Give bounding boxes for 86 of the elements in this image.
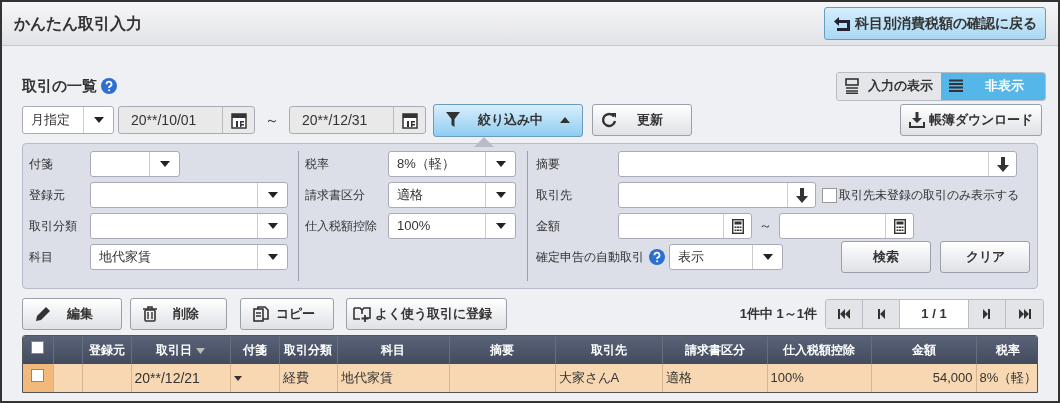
field-label: 仕入税額控除 [305, 218, 378, 235]
caret-icon [267, 254, 278, 260]
action-button[interactable]: よく使う取引に登録 [346, 298, 507, 330]
first-page-icon[interactable] [826, 300, 863, 328]
calendar-icon[interactable] [401, 111, 418, 129]
dropdown[interactable]: 8%（軽） [388, 151, 516, 177]
refresh-button[interactable]: 更新 [592, 104, 692, 136]
dropdown[interactable]: 100% [388, 213, 516, 239]
field-label: 金額 [536, 218, 561, 235]
back-button[interactable]: 科目別消費税額の確認に戻る [824, 7, 1046, 40]
arrow-down-icon [996, 156, 1009, 172]
pencil-icon [35, 306, 51, 322]
help-icon[interactable] [649, 249, 665, 265]
calculator-icon [731, 218, 744, 234]
table-cell: 8%（軽） [979, 370, 1037, 386]
field-label: 科目 [29, 249, 54, 266]
input-field[interactable] [779, 213, 914, 239]
search-button[interactable]: 検索 [841, 241, 931, 273]
next-page-icon[interactable] [969, 300, 1006, 328]
caret-icon [495, 192, 506, 198]
action-button[interactable]: 削除 [130, 298, 227, 330]
page-title: かんたん取引入力 [14, 13, 142, 34]
table-row[interactable]: 20**/12/21 経費 地代家賃 大家さんA 適格 100% 54,000 8%（軽） [23, 364, 1037, 392]
caret-icon [560, 117, 570, 123]
caret-icon [762, 254, 773, 260]
table-cell: 100% [770, 370, 804, 386]
caret-icon [267, 223, 278, 229]
caret-icon[interactable] [233, 375, 242, 381]
refresh-icon [601, 112, 617, 128]
input-field[interactable] [618, 213, 752, 239]
form-icon [845, 78, 859, 94]
last-page-icon[interactable] [1006, 300, 1043, 328]
table-cell: 適格 [665, 370, 692, 386]
table-cell: 大家さんA [558, 370, 620, 386]
table-cell: 20**/12/21 [134, 369, 200, 386]
table-cell: 54,000 [932, 370, 973, 386]
copy-icon [253, 306, 269, 322]
dropdown[interactable]: 表示 [669, 244, 783, 270]
field-label: 付箋 [29, 156, 54, 173]
range-separator: ～ [758, 217, 773, 236]
filter-icon [446, 112, 460, 128]
record-count: 1件中 1～1件 [739, 305, 817, 324]
return-icon [833, 15, 851, 32]
date-field[interactable]: 20**/12/31 [289, 106, 426, 134]
date-field[interactable]: 20**/10/01 [118, 106, 255, 134]
section-title: 取引の一覧 [22, 75, 97, 96]
input-field[interactable] [618, 182, 816, 208]
book-add-icon [353, 306, 371, 322]
download-button[interactable]: 帳簿ダウンロード [900, 104, 1042, 136]
checkbox[interactable] [822, 187, 837, 203]
range-separator: ～ [264, 110, 280, 130]
field-label: 確定申告の自動取引 [536, 249, 644, 266]
calculator-icon [893, 218, 906, 234]
field-label: 取引先 [536, 187, 573, 204]
table-cell: 経費 [282, 370, 309, 386]
list-icon [949, 79, 963, 93]
field-label: 税率 [305, 156, 330, 173]
dropdown[interactable]: 適格 [388, 182, 516, 208]
field-label: 摘要 [536, 156, 561, 173]
checkbox-label: 取引先未登録の取引のみ表示する [839, 187, 1019, 204]
dropdown[interactable]: 月指定 [22, 106, 114, 134]
checkbox[interactable] [31, 341, 45, 354]
page-indicator: 1 / 1 [900, 300, 969, 328]
input-field[interactable] [618, 151, 1017, 177]
checkbox[interactable] [31, 369, 45, 382]
table-cell: 地代家賃 [340, 370, 393, 386]
field-label: 請求書区分 [305, 187, 366, 204]
caret-icon [495, 223, 506, 229]
view-tab[interactable]: 入力の表示 [837, 72, 941, 100]
previous-page-icon[interactable] [863, 300, 900, 328]
caret-icon [159, 161, 170, 167]
field-label: 取引分類 [29, 218, 78, 235]
action-button[interactable]: 編集 [22, 298, 122, 330]
caret-icon [93, 117, 104, 123]
dropdown[interactable]: 地代家賃 [90, 244, 288, 270]
field-label: 登録元 [29, 187, 66, 204]
trash-icon [143, 306, 157, 322]
calendar-icon[interactable] [230, 111, 247, 129]
caret-icon [495, 161, 506, 167]
action-button[interactable]: コピー [240, 298, 334, 330]
arrow-down-icon [795, 187, 808, 203]
clear-button[interactable]: クリア [940, 241, 1030, 273]
caret-icon [267, 192, 278, 198]
filter-button[interactable]: 絞り込み中 [433, 103, 583, 137]
help-icon[interactable] [101, 78, 117, 94]
download-icon [909, 112, 925, 128]
